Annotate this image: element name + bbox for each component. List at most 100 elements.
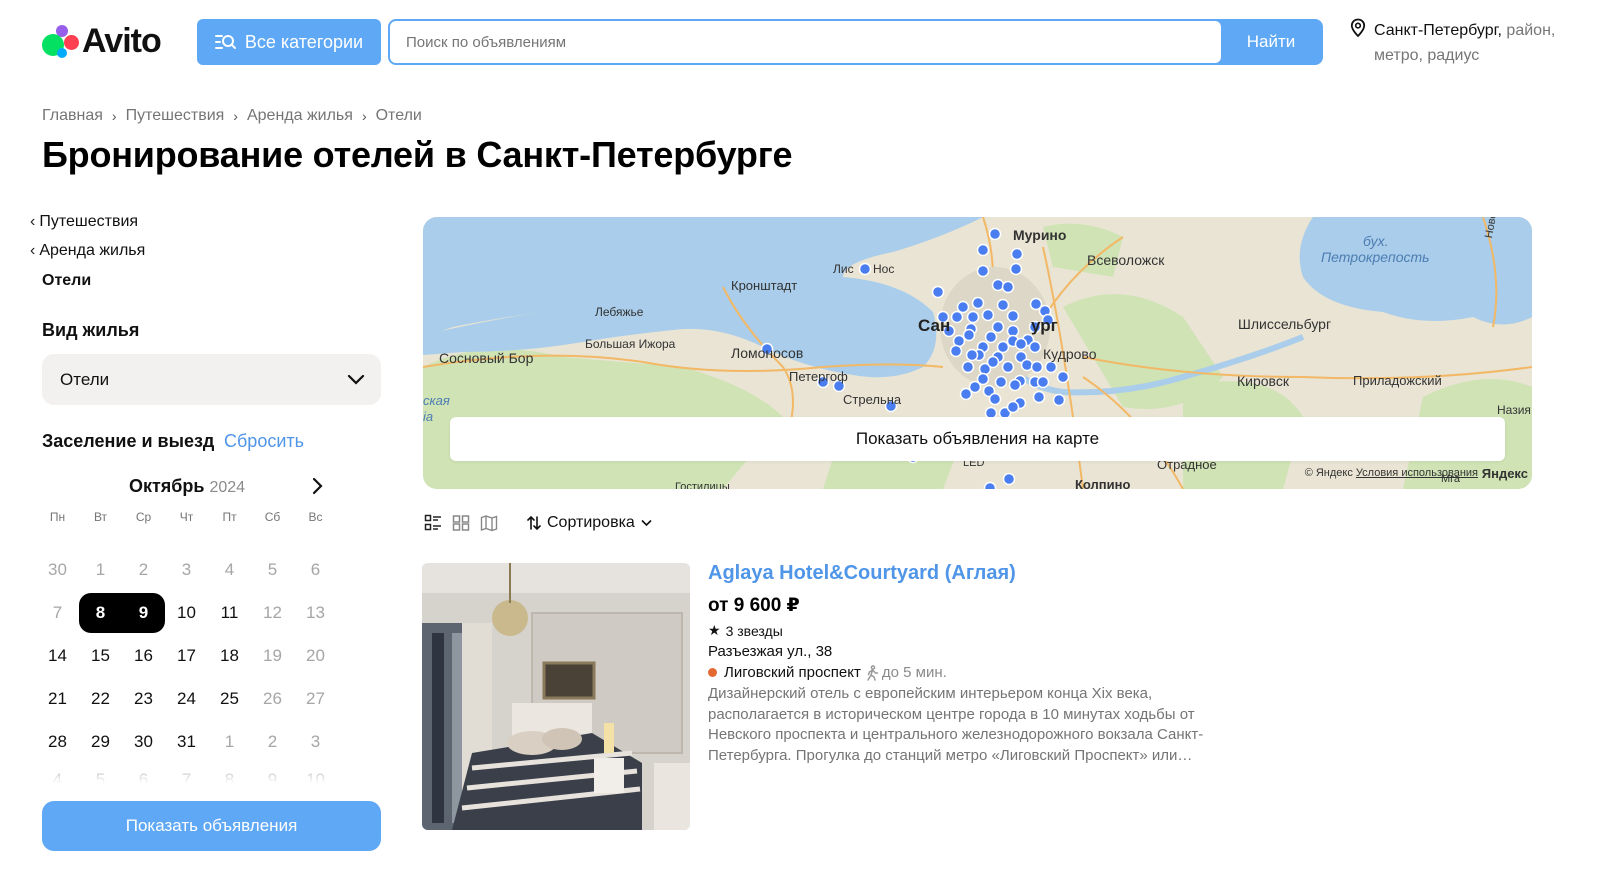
calendar-weekday: Вт <box>93 510 108 524</box>
calendar-next-button[interactable] <box>306 474 328 498</box>
map-marker <box>1008 378 1022 392</box>
calendar-day[interactable]: 29 <box>79 732 122 752</box>
map-marker <box>950 310 964 324</box>
listing-title-link[interactable]: Aglaya Hotel&Courtyard (Аглая) <box>708 562 1016 585</box>
breadcrumb-hotels[interactable]: Отели <box>376 107 422 125</box>
all-categories-button[interactable]: Все категории <box>197 19 381 65</box>
calendar-day-disabled: 1 <box>224 731 235 751</box>
map-copyright-text: © Яндекс <box>1304 467 1353 479</box>
location-metro-radius: метро, радиус <box>1374 47 1480 64</box>
calendar-day[interactable]: 28 <box>36 732 79 752</box>
map-marker <box>962 328 976 342</box>
location-district: район, <box>1501 22 1556 39</box>
calendar-day-disabled: 19 <box>263 645 282 665</box>
calendar-weekday: Вс <box>308 510 323 524</box>
listing-price: от 9 600 ₽ <box>708 595 800 616</box>
map-label-spb-b: ург <box>1031 316 1058 335</box>
map-marker <box>956 300 970 314</box>
map-marker <box>994 375 1008 389</box>
star-icon: ★ <box>708 622 721 638</box>
calendar-day[interactable]: 30 <box>122 732 165 752</box>
calendar-day[interactable]: 23 <box>122 689 165 709</box>
yandex-logo: Яндекс <box>1481 466 1528 481</box>
calendar-day[interactable]: 15 <box>79 646 122 666</box>
calendar-day[interactable]: 16 <box>122 646 165 666</box>
map-label-kaya: ская <box>423 393 450 408</box>
calendar-day[interactable]: 22 <box>79 689 122 709</box>
metro-line-dot <box>708 668 717 677</box>
calendar-weekday: Чт <box>179 510 194 524</box>
map-marker <box>976 243 990 257</box>
listing-walk-time: до 5 мин. <box>865 664 947 681</box>
calendar-day-disabled: 12 <box>263 602 282 622</box>
map-label-petrokrepost: Петрокрепость <box>1321 249 1430 265</box>
sort-dropdown[interactable]: Сортировка <box>527 514 652 532</box>
location-pin-icon <box>1350 18 1366 38</box>
map-marker <box>991 320 1005 334</box>
calendar-grid: Пн Вт Ср Чт Пт Сб Вс 30 1 2 3 4 5 6 7 8 9 10 11 12 13 14 15 16 1… <box>36 506 338 763</box>
calendar-day[interactable]: 21 <box>36 689 79 709</box>
calendar-day[interactable]: 18 <box>208 646 251 666</box>
calendar-year: 2024 <box>209 479 246 496</box>
calendar-weekday: Ср <box>135 510 152 524</box>
map-view-icon[interactable] <box>480 514 498 532</box>
grid-view-icon[interactable] <box>452 514 470 532</box>
search-bar: Найти <box>388 19 1323 65</box>
show-listings-button[interactable]: Показать объявления <box>42 801 381 851</box>
map-label-priladozhsky: Приладожский <box>1353 373 1442 388</box>
calendar-day[interactable]: 14 <box>36 646 79 666</box>
calendar-day-selected[interactable]: 8 <box>79 592 122 633</box>
housing-type-select[interactable]: Отели <box>42 354 381 405</box>
listing-metro-name: Лиговский проспект <box>724 664 861 681</box>
map-marker <box>996 298 1010 312</box>
view-switcher <box>424 514 498 532</box>
map-label-peterhof: Петергоф <box>789 369 848 384</box>
breadcrumb: Главная › Путешествия › Аренда жилья › О… <box>42 107 422 125</box>
calendar-day-disabled: 26 <box>263 688 282 708</box>
calendar-day-disabled: 27 <box>306 688 325 708</box>
map-marker <box>965 348 979 362</box>
listing-photo[interactable] <box>422 563 690 830</box>
calendar-day[interactable]: 25 <box>208 689 251 709</box>
calendar-day[interactable]: 17 <box>165 646 208 666</box>
calendar-weekday: Пт <box>222 510 237 524</box>
calendar-day[interactable]: 31 <box>165 732 208 752</box>
calendar-day[interactable]: 11 <box>208 603 251 623</box>
map-marker <box>931 285 945 299</box>
map-label-kolpino: Колпино <box>1075 477 1131 489</box>
map-marker <box>984 330 998 344</box>
calendar-day[interactable]: 24 <box>165 689 208 709</box>
location-selector[interactable]: Санкт-Петербург, район, метро, радиус <box>1350 18 1572 68</box>
checkin-heading: Заселение и выезд <box>42 431 215 451</box>
search-button[interactable]: Найти <box>1221 21 1321 63</box>
map-marker <box>1052 393 1066 407</box>
show-on-map-button[interactable]: Показать объявления на карте <box>450 417 1505 461</box>
map-marker <box>983 481 997 489</box>
reset-dates-link[interactable]: Сбросить <box>224 431 304 452</box>
map-label-lomonosov: Ломоносов <box>731 345 804 361</box>
breadcrumb-travel[interactable]: Путешествия <box>126 107 225 125</box>
map-label-spb-a: Сан <box>918 316 951 335</box>
avito-logo[interactable]: Avito <box>42 22 162 60</box>
sidebar-link-rent[interactable]: ‹ Аренда жилья <box>30 242 145 260</box>
map-label-ia: ia <box>423 409 434 424</box>
calendar-day-disabled: 13 <box>306 602 325 622</box>
map-marker <box>1044 360 1058 374</box>
map-marker <box>961 360 975 374</box>
search-input[interactable] <box>390 21 1221 63</box>
list-view-icon[interactable] <box>424 514 442 532</box>
calendar-weekday: Сб <box>264 510 281 524</box>
sidebar-link-travel[interactable]: ‹ Путешествия <box>30 213 138 231</box>
calendar-day-disabled: 30 <box>48 559 67 579</box>
breadcrumb-home[interactable]: Главная <box>42 107 103 125</box>
breadcrumb-rent[interactable]: Аренда жилья <box>247 107 353 125</box>
map-label-lis: Лис <box>833 262 854 276</box>
sort-icon <box>527 515 541 531</box>
calendar-day-selected[interactable]: 9 <box>122 592 165 633</box>
map-preview[interactable]: Мурино Всеволожск бух. Петрокрепость Лис… <box>423 217 1532 489</box>
calendar-week-row: 30 1 2 3 4 5 6 <box>36 548 338 591</box>
map-marker <box>988 227 1002 241</box>
map-terms-link[interactable]: Условия использования <box>1356 467 1478 479</box>
calendar-day[interactable]: 10 <box>165 603 208 623</box>
calendar-week-row: 28 29 30 31 1 2 3 <box>36 720 338 763</box>
